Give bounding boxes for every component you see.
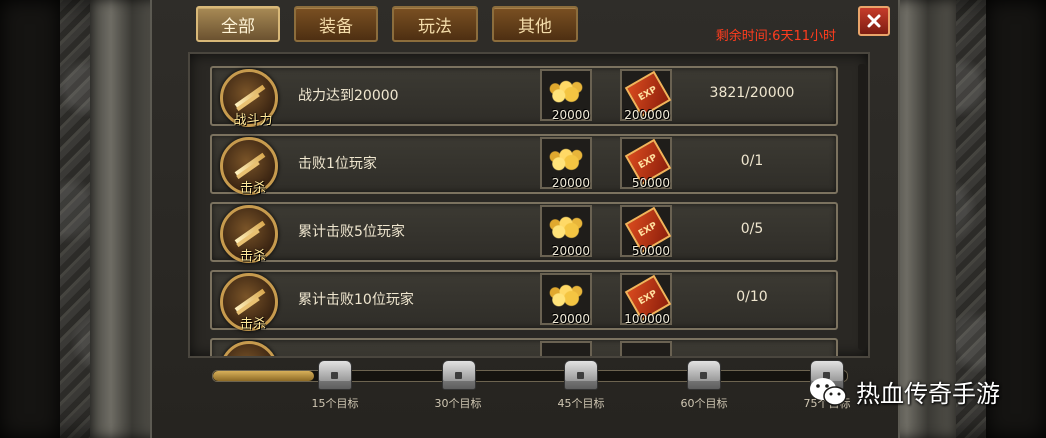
task-row: 击杀 累计击败5位玩家 20000 EXP 50000 0/5 [210, 202, 838, 264]
close-button[interactable] [858, 6, 890, 36]
gold-reward[interactable]: 20000 [540, 137, 592, 190]
task-name: 击败1位玩家 [298, 156, 377, 172]
exp-amount: 200000 [624, 108, 670, 122]
scrollbar[interactable] [858, 64, 866, 350]
treasure-chest-icon[interactable] [564, 360, 598, 390]
gold-amount: 20000 [551, 312, 590, 326]
task-icon-label: 战斗力 [233, 113, 273, 128]
task-list[interactable]: 战斗力 战力达到20000 20000 EXP 200000 3821/2000… [188, 52, 870, 358]
task-row: 击杀 累计击败10位玩家 20000 EXP 100000 0/10 [210, 270, 838, 332]
exp-amount: 50000 [631, 176, 670, 190]
gold-coins-icon [548, 79, 584, 107]
gold-coins-icon [548, 283, 584, 311]
kill-sword-icon: 击杀 [220, 273, 278, 332]
watermark-text: 热血传奇手游 [856, 380, 1000, 408]
left-ornament-pillar [0, 0, 170, 438]
gold-coins-icon [548, 147, 584, 175]
task-row: 击杀 击败1位玩家 20000 EXP 50000 0/1 [210, 134, 838, 196]
task-name: 战力达到20000 [298, 88, 399, 104]
task-progress: 0/10 [736, 289, 768, 305]
achievement-panel: 全部 装备 玩法 其他 剩余时间:6天11小时 战斗力 战力达到20000 20… [150, 0, 900, 438]
kill-sword-icon: 击杀 [220, 205, 278, 264]
watermark: 热血传奇手游 [808, 374, 1000, 409]
left-shadow [0, 0, 60, 438]
right-ornament-pillar [876, 0, 1046, 438]
exp-amount: 100000 [624, 312, 670, 326]
milestone-label: 45个目标 [557, 397, 605, 410]
gold-amount: 20000 [551, 108, 590, 122]
tab-all[interactable]: 全部 [196, 6, 280, 42]
task-icon-label: 击杀 [239, 181, 266, 196]
task-progress: 0/1 [740, 153, 764, 169]
task-row-partial [210, 338, 838, 356]
gold-reward[interactable]: 20000 [540, 273, 592, 326]
gold-reward[interactable]: 20000 [540, 69, 592, 122]
milestone-label: 60个目标 [680, 397, 728, 410]
treasure-chest-icon[interactable] [687, 360, 721, 390]
tab-other[interactable]: 其他 [492, 6, 578, 42]
treasure-chest-icon[interactable] [442, 360, 476, 390]
gold-amount: 20000 [551, 176, 590, 190]
exp-reward[interactable]: EXP 50000 [620, 205, 672, 258]
exp-amount: 50000 [631, 244, 670, 258]
wechat-icon [810, 377, 847, 406]
remaining-time: 剩余时间:6天11小时 [715, 29, 836, 44]
task-name: 累计击败10位玩家 [298, 292, 414, 308]
combat-power-icon: 战斗力 [220, 69, 278, 128]
milestone-progress-fill [213, 371, 315, 381]
task-icon-label: 击杀 [239, 249, 266, 264]
right-shadow [986, 0, 1046, 438]
kill-sword-icon: 击杀 [220, 137, 278, 196]
tab-gameplay[interactable]: 玩法 [392, 6, 478, 42]
task-row: 战斗力 战力达到20000 20000 EXP 200000 3821/2000… [210, 66, 838, 128]
milestone-label: 15个目标 [311, 397, 359, 410]
gold-reward[interactable] [540, 341, 592, 356]
milestone-progress-bar [212, 370, 848, 382]
gold-amount: 20000 [551, 244, 590, 258]
exp-reward[interactable] [620, 341, 672, 356]
task-progress: 3821/20000 [709, 85, 795, 101]
exp-reward[interactable]: EXP 50000 [620, 137, 672, 190]
task-icon-label: 击杀 [239, 317, 266, 332]
kill-sword-icon [220, 341, 278, 356]
treasure-chest-icon[interactable] [318, 360, 352, 390]
exp-reward[interactable]: EXP 200000 [620, 69, 672, 122]
task-name: 累计击败5位玩家 [298, 224, 405, 240]
task-progress: 0/5 [740, 221, 764, 237]
exp-reward[interactable]: EXP 100000 [620, 273, 672, 326]
gold-coins-icon [548, 215, 584, 243]
milestone-label: 30个目标 [434, 397, 482, 410]
tab-equipment[interactable]: 装备 [294, 6, 378, 42]
close-x-icon [867, 14, 881, 28]
gold-reward[interactable]: 20000 [540, 205, 592, 258]
